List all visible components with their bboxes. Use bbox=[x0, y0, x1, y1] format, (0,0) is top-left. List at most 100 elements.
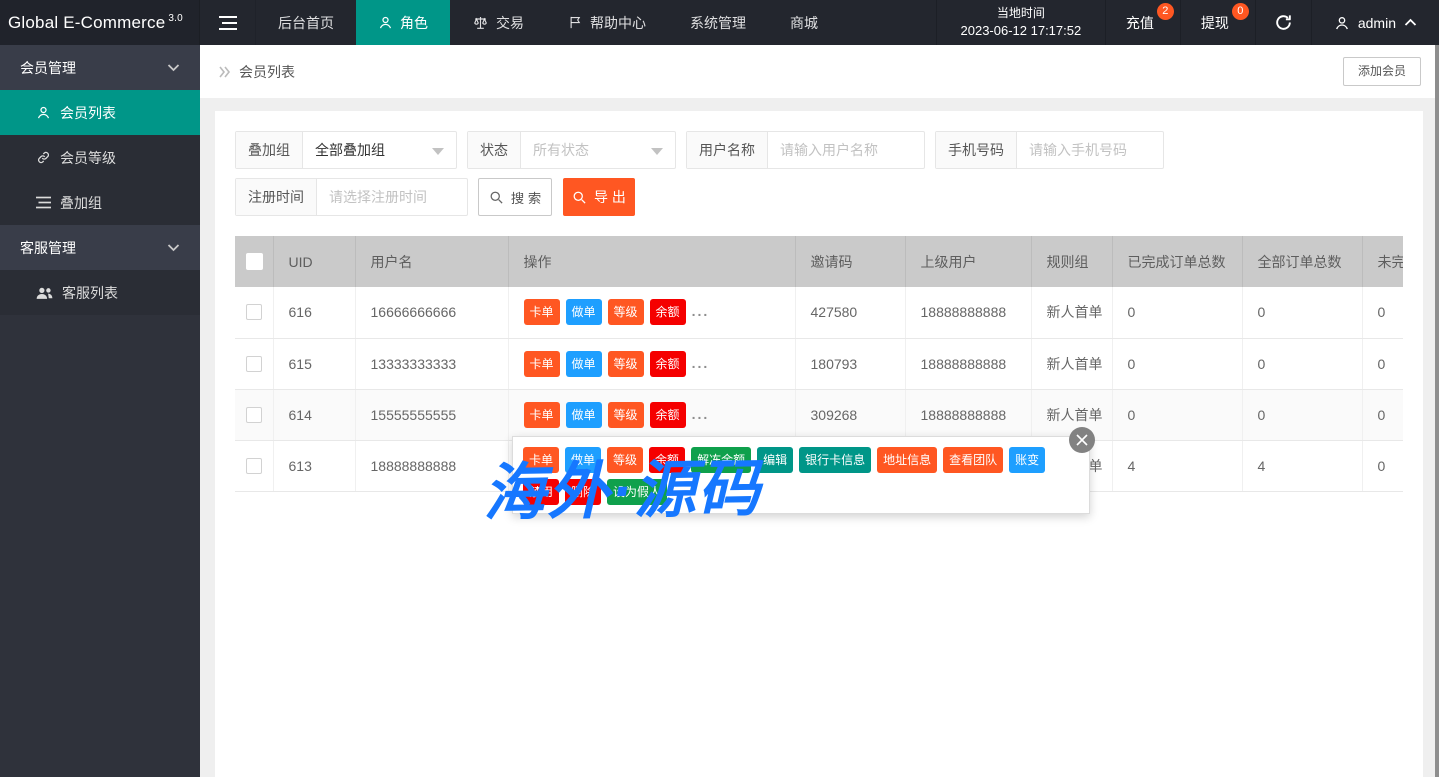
search-icon bbox=[489, 190, 504, 205]
sidebar-item-客服列表[interactable]: 客服列表 bbox=[0, 270, 200, 315]
action-button-查看团队[interactable]: 查看团队 bbox=[943, 447, 1003, 473]
phone-input[interactable] bbox=[1029, 142, 1151, 158]
chevron-up-icon bbox=[1404, 18, 1417, 27]
row-checkbox-cell bbox=[235, 440, 273, 491]
status-select[interactable]: 所有状态 bbox=[521, 132, 675, 168]
action-button-余额[interactable]: 余额 bbox=[649, 447, 685, 473]
refresh-button[interactable] bbox=[1256, 0, 1312, 45]
chevron-down-icon bbox=[167, 243, 180, 252]
action-button-做单[interactable]: 做单 bbox=[566, 299, 602, 325]
select-all-checkbox[interactable] bbox=[246, 253, 263, 270]
cell-parent-user: 18888888888 bbox=[905, 287, 1031, 338]
column-header-rule-group: 规则组 bbox=[1031, 236, 1112, 287]
action-button-银行卡信息[interactable]: 银行卡信息 bbox=[799, 447, 871, 473]
cell-completed-orders: 0 bbox=[1112, 389, 1242, 440]
status-filter: 状态 所有状态 bbox=[467, 131, 676, 169]
recharge-label: 充值 bbox=[1126, 13, 1154, 33]
action-button-卡单[interactable]: 卡单 bbox=[524, 402, 560, 428]
user-icon bbox=[1334, 15, 1350, 31]
cell-completed-orders: 0 bbox=[1112, 338, 1242, 389]
recharge-button[interactable]: 充值 2 bbox=[1106, 0, 1181, 45]
cell-uid: 614 bbox=[273, 389, 355, 440]
action-button-等级[interactable]: 等级 bbox=[608, 402, 644, 428]
status-value: 所有状态 bbox=[533, 140, 589, 160]
top-nav-item-帮助中心[interactable]: 帮助中心 bbox=[546, 0, 668, 45]
export-button[interactable]: 导 出 bbox=[563, 178, 635, 216]
top-nav-item-角色[interactable]: 角色 bbox=[356, 0, 450, 45]
vertical-scrollbar[interactable] bbox=[1435, 45, 1439, 777]
more-actions-button[interactable]: ... bbox=[692, 406, 710, 422]
export-icon bbox=[572, 190, 587, 205]
action-button-删除[interactable]: 删除 bbox=[565, 479, 601, 505]
sidebar: 会员管理会员列表会员等级叠加组客服管理客服列表 bbox=[0, 45, 200, 777]
stack-group-value: 全部叠加组 bbox=[315, 140, 385, 160]
action-button-余额[interactable]: 余额 bbox=[650, 351, 686, 377]
action-button-设为假人[interactable]: 设为假人 bbox=[607, 479, 667, 505]
admin-menu[interactable]: admin bbox=[1312, 0, 1439, 45]
brand-name: Global E-Commerce bbox=[8, 13, 165, 33]
close-icon bbox=[1076, 434, 1088, 446]
top-nav-item-系统管理[interactable]: 系统管理 bbox=[668, 0, 768, 45]
close-layer-button[interactable] bbox=[1069, 427, 1095, 453]
more-actions-button[interactable]: ... bbox=[692, 303, 710, 319]
sidebar-group-客服管理[interactable]: 客服管理 bbox=[0, 225, 200, 270]
breadcrumb-chevrons-icon bbox=[218, 66, 232, 78]
action-button-卡单[interactable]: 卡单 bbox=[524, 299, 560, 325]
action-button-等级[interactable]: 等级 bbox=[607, 447, 643, 473]
action-button-卡单[interactable]: 卡单 bbox=[524, 351, 560, 377]
username-input[interactable] bbox=[780, 142, 912, 158]
cell-uid: 615 bbox=[273, 338, 355, 389]
action-button-禁用[interactable]: 禁用 bbox=[523, 479, 559, 505]
top-nav-item-商城[interactable]: 商城 bbox=[768, 0, 840, 45]
column-header-total-orders: 全部订单总数 bbox=[1242, 236, 1362, 287]
regtime-input[interactable] bbox=[329, 189, 455, 205]
action-button-余额[interactable]: 余额 bbox=[650, 299, 686, 325]
action-button-等级[interactable]: 等级 bbox=[608, 351, 644, 377]
action-button-地址信息[interactable]: 地址信息 bbox=[877, 447, 937, 473]
withdraw-button[interactable]: 提现 0 bbox=[1181, 0, 1256, 45]
row-checkbox-cell bbox=[235, 287, 273, 338]
top-nav-item-交易[interactable]: 交易 bbox=[450, 0, 546, 45]
top-nav-item-label: 帮助中心 bbox=[590, 13, 646, 33]
action-button-账变[interactable]: 账变 bbox=[1009, 447, 1045, 473]
add-member-button[interactable]: 添加会员 bbox=[1343, 57, 1421, 86]
action-button-等级[interactable]: 等级 bbox=[608, 299, 644, 325]
sidebar-collapse-button[interactable] bbox=[200, 0, 256, 45]
cell-invite-code: 427580 bbox=[795, 287, 905, 338]
row-checkbox[interactable] bbox=[246, 458, 262, 474]
action-button-做单[interactable]: 做单 bbox=[565, 447, 601, 473]
cell-parent-user: 18888888888 bbox=[905, 338, 1031, 389]
row-checkbox[interactable] bbox=[246, 304, 262, 320]
chevron-down-icon bbox=[167, 63, 180, 72]
action-button-编辑[interactable]: 编辑 bbox=[757, 447, 793, 473]
local-time-value: 2023-06-12 17:17:52 bbox=[961, 22, 1082, 40]
sidebar-item-label: 客服列表 bbox=[62, 283, 118, 303]
cell-completed-orders: 4 bbox=[1112, 440, 1242, 491]
sidebar-group-会员管理[interactable]: 会员管理 bbox=[0, 45, 200, 90]
action-button-卡单[interactable]: 卡单 bbox=[523, 447, 559, 473]
stack-group-filter: 叠加组 全部叠加组 bbox=[235, 131, 457, 169]
people-icon bbox=[36, 286, 53, 300]
sidebar-group-label: 客服管理 bbox=[20, 238, 76, 258]
action-button-做单[interactable]: 做单 bbox=[566, 402, 602, 428]
top-nav-item-后台首页[interactable]: 后台首页 bbox=[256, 0, 356, 45]
local-time-label: 当地时间 bbox=[997, 5, 1045, 22]
sidebar-item-会员等级[interactable]: 会员等级 bbox=[0, 135, 200, 180]
sidebar-item-会员列表[interactable]: 会员列表 bbox=[0, 90, 200, 135]
action-button-余额[interactable]: 余额 bbox=[650, 402, 686, 428]
action-button-解冻余额[interactable]: 解冻余额 bbox=[691, 447, 751, 473]
column-header-uncompleted-orders: 未完成订单总数 bbox=[1362, 236, 1403, 287]
top-nav-item-label: 后台首页 bbox=[278, 13, 334, 33]
cell-total-orders: 0 bbox=[1242, 287, 1362, 338]
search-button[interactable]: 搜 索 bbox=[478, 178, 552, 216]
cell-completed-orders: 0 bbox=[1112, 287, 1242, 338]
sidebar-item-叠加组[interactable]: 叠加组 bbox=[0, 180, 200, 225]
more-actions-button[interactable]: ... bbox=[692, 355, 710, 371]
row-checkbox[interactable] bbox=[246, 407, 262, 423]
row-checkbox[interactable] bbox=[246, 356, 262, 372]
action-button-做单[interactable]: 做单 bbox=[566, 351, 602, 377]
sidebar-group-label: 会员管理 bbox=[20, 58, 76, 78]
search-button-label: 搜 索 bbox=[511, 188, 541, 207]
refresh-icon bbox=[1274, 13, 1293, 32]
stack-group-select[interactable]: 全部叠加组 bbox=[303, 132, 456, 168]
